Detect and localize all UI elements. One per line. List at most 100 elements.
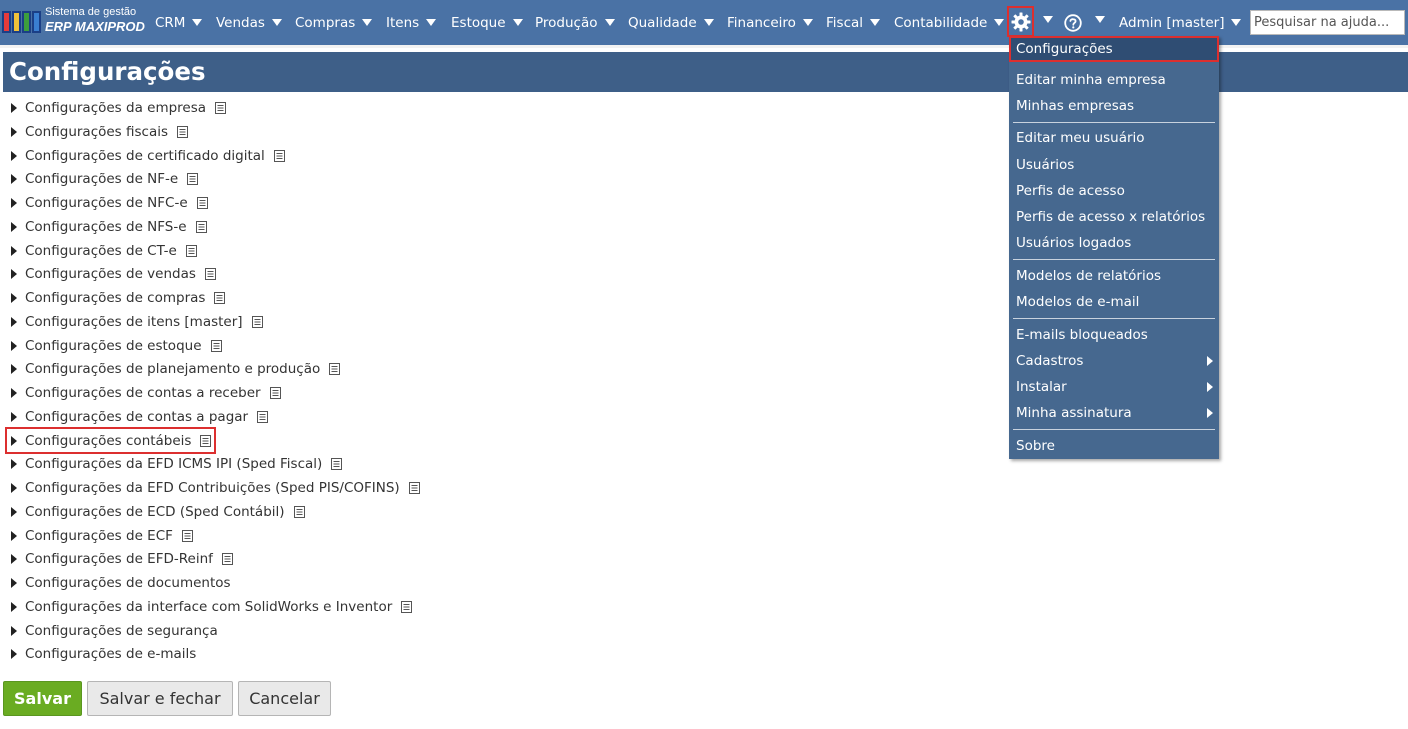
app-logo[interactable]: Sistema de gestão ERP MAXIPROD xyxy=(2,6,147,38)
settings-row[interactable]: Configurações de compras xyxy=(11,287,226,309)
expand-arrow-icon[interactable] xyxy=(11,151,17,161)
settings-row[interactable]: Configurações de vendas xyxy=(11,263,216,285)
expand-arrow-icon[interactable] xyxy=(11,127,17,137)
settings-row[interactable]: Configurações de e-mails xyxy=(11,643,196,665)
menu-item-minhas-empresas[interactable]: Minhas empresas xyxy=(1009,94,1219,118)
expand-arrow-icon[interactable] xyxy=(11,317,17,327)
help-icon[interactable] xyxy=(1064,14,1082,32)
nav-estoque[interactable]: Estoque xyxy=(451,0,523,45)
nav-contabilidade[interactable]: Contabilidade xyxy=(894,0,1005,45)
settings-row[interactable]: Configurações contábeis xyxy=(11,430,212,452)
settings-row[interactable]: Configurações de ECD (Sped Contábil) xyxy=(11,501,305,523)
settings-row[interactable]: Configurações de planejamento e produção xyxy=(11,358,341,380)
menu-item-configuracoes[interactable]: Configurações xyxy=(1009,36,1219,62)
menu-item-perfis-x-relatorios[interactable]: Perfis de acesso x relatórios xyxy=(1009,205,1219,229)
settings-row[interactable]: Configurações da interface com SolidWork… xyxy=(11,596,413,618)
document-icon[interactable] xyxy=(210,340,222,352)
menu-item-modelos-de-relatorios[interactable]: Modelos de relatórios xyxy=(1009,264,1219,288)
settings-row[interactable]: Configurações da empresa xyxy=(11,97,227,119)
document-icon[interactable] xyxy=(257,411,269,423)
document-icon[interactable] xyxy=(269,387,281,399)
settings-row[interactable]: Configurações de segurança xyxy=(11,620,218,642)
menu-item-instalar[interactable]: Instalar xyxy=(1009,375,1219,399)
settings-row[interactable]: Configurações de documentos xyxy=(11,572,231,594)
help-chevron-down-icon[interactable] xyxy=(1095,16,1105,23)
document-icon[interactable] xyxy=(187,173,199,185)
settings-row[interactable]: Configurações de NF-e xyxy=(11,168,199,190)
nav-crm[interactable]: CRM xyxy=(155,0,203,45)
expand-arrow-icon[interactable] xyxy=(11,246,17,256)
save-and-close-button[interactable]: Salvar e fechar xyxy=(87,681,233,716)
document-icon[interactable] xyxy=(195,221,207,233)
document-icon[interactable] xyxy=(329,363,341,375)
nav-fiscal[interactable]: Fiscal xyxy=(826,0,881,45)
document-icon[interactable] xyxy=(181,530,193,542)
menu-item-perfis-de-acesso[interactable]: Perfis de acesso xyxy=(1009,179,1219,203)
expand-arrow-icon[interactable] xyxy=(11,436,17,446)
expand-arrow-icon[interactable] xyxy=(11,412,17,422)
expand-arrow-icon[interactable] xyxy=(11,649,17,659)
settings-row[interactable]: Configurações de ECF xyxy=(11,525,193,547)
settings-row[interactable]: Configurações da EFD Contribuições (Sped… xyxy=(11,477,420,499)
document-icon[interactable] xyxy=(251,316,263,328)
expand-arrow-icon[interactable] xyxy=(11,602,17,612)
document-icon[interactable] xyxy=(331,458,343,470)
nav-producao[interactable]: Produção xyxy=(535,0,615,45)
expand-arrow-icon[interactable] xyxy=(11,578,17,588)
document-icon[interactable] xyxy=(221,553,233,565)
settings-row[interactable]: Configurações de NFC-e xyxy=(11,192,208,214)
menu-item-modelos-de-email[interactable]: Modelos de e-mail xyxy=(1009,290,1219,314)
expand-arrow-icon[interactable] xyxy=(11,626,17,636)
menu-item-sobre[interactable]: Sobre xyxy=(1009,434,1219,458)
menu-item-emails-bloqueados[interactable]: E-mails bloqueados xyxy=(1009,323,1219,347)
nav-financeiro[interactable]: Financeiro xyxy=(727,0,813,45)
nav-compras[interactable]: Compras xyxy=(295,0,373,45)
expand-arrow-icon[interactable] xyxy=(11,388,17,398)
expand-arrow-icon[interactable] xyxy=(11,531,17,541)
menu-item-editar-minha-empresa[interactable]: Editar minha empresa xyxy=(1009,68,1219,92)
expand-arrow-icon[interactable] xyxy=(11,174,17,184)
settings-row[interactable]: Configurações de EFD-Reinf xyxy=(11,548,233,570)
menu-item-usuarios-logados[interactable]: Usuários logados xyxy=(1009,231,1219,255)
menu-item-usuarios[interactable]: Usuários xyxy=(1009,153,1219,177)
document-icon[interactable] xyxy=(273,150,285,162)
expand-arrow-icon[interactable] xyxy=(11,222,17,232)
settings-menu-button[interactable] xyxy=(1007,6,1034,37)
document-icon[interactable] xyxy=(401,601,413,613)
nav-itens[interactable]: Itens xyxy=(386,0,437,45)
nav-vendas[interactable]: Vendas xyxy=(216,0,282,45)
document-icon[interactable] xyxy=(196,197,208,209)
document-icon[interactable] xyxy=(215,102,227,114)
document-icon[interactable] xyxy=(204,268,216,280)
settings-row[interactable]: Configurações de contas a pagar xyxy=(11,406,269,428)
settings-row[interactable]: Configurações de itens [master] xyxy=(11,311,263,333)
expand-arrow-icon[interactable] xyxy=(11,293,17,303)
nav-qualidade[interactable]: Qualidade xyxy=(628,0,714,45)
document-icon[interactable] xyxy=(293,506,305,518)
expand-arrow-icon[interactable] xyxy=(11,198,17,208)
document-icon[interactable] xyxy=(177,126,189,138)
document-icon[interactable] xyxy=(200,435,212,447)
expand-arrow-icon[interactable] xyxy=(11,364,17,374)
document-icon[interactable] xyxy=(185,245,197,257)
save-button[interactable]: Salvar xyxy=(3,681,82,716)
settings-row[interactable]: Configurações da EFD ICMS IPI (Sped Fisc… xyxy=(11,453,343,475)
expand-arrow-icon[interactable] xyxy=(11,269,17,279)
expand-arrow-icon[interactable] xyxy=(11,554,17,564)
document-icon[interactable] xyxy=(408,482,420,494)
expand-arrow-icon[interactable] xyxy=(11,507,17,517)
cancel-button[interactable]: Cancelar xyxy=(238,681,331,716)
menu-item-editar-meu-usuario[interactable]: Editar meu usuário xyxy=(1009,126,1219,150)
menu-item-cadastros[interactable]: Cadastros xyxy=(1009,349,1219,373)
expand-arrow-icon[interactable] xyxy=(11,103,17,113)
settings-row[interactable]: Configurações de contas a receber xyxy=(11,382,281,404)
document-icon[interactable] xyxy=(214,292,226,304)
settings-row[interactable]: Configurações de certificado digital xyxy=(11,145,285,167)
expand-arrow-icon[interactable] xyxy=(11,483,17,493)
help-search-input[interactable] xyxy=(1250,10,1405,35)
settings-row[interactable]: Configurações fiscais xyxy=(11,121,189,143)
settings-chevron-down-icon[interactable] xyxy=(1043,16,1053,23)
settings-row[interactable]: Configurações de NFS-e xyxy=(11,216,207,238)
menu-item-minha-assinatura[interactable]: Minha assinatura xyxy=(1009,401,1219,425)
settings-row[interactable]: Configurações de estoque xyxy=(11,335,222,357)
